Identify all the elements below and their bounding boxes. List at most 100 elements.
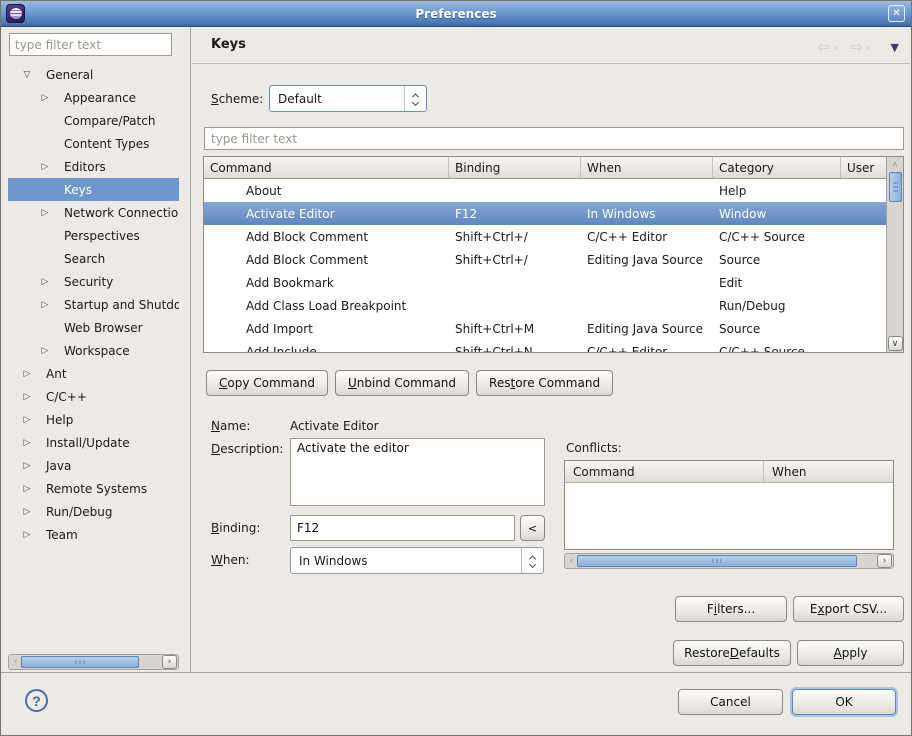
table-vertical-scrollbar[interactable]: ∧ ∨ xyxy=(886,157,903,352)
sidebar-item-search[interactable]: Search xyxy=(8,247,179,270)
expand-arrow-icon[interactable]: ▷ xyxy=(18,369,36,379)
command-actions: Copy Command Unbind Command Restore Comm… xyxy=(206,370,613,396)
restore-defaults-button[interactable]: Restore Defaults xyxy=(673,640,791,666)
sidebar-item-appearance[interactable]: ▷ Appearance xyxy=(8,86,179,109)
restore-command-button[interactable]: Restore Command xyxy=(476,370,613,396)
unbind-command-button[interactable]: Unbind Command xyxy=(335,370,469,396)
description-field[interactable]: Activate the editor xyxy=(290,438,545,506)
expand-arrow-icon[interactable]: ▷ xyxy=(18,507,36,517)
sidebar-item-security[interactable]: ▷ Security xyxy=(8,270,179,293)
sidebar-item-web-browser[interactable]: Web Browser xyxy=(8,316,179,339)
keys-filter-input[interactable] xyxy=(204,127,904,150)
scrollbar-thumb[interactable] xyxy=(21,656,139,668)
export-csv-button[interactable]: Export CSV... xyxy=(793,596,904,622)
preferences-dialog: Preferences ✕ ▽ General ▷ Appearance Com… xyxy=(0,0,912,736)
scroll-left-icon[interactable]: ‹ xyxy=(10,656,21,668)
expand-arrow-icon[interactable]: ▷ xyxy=(36,162,54,172)
apply-button[interactable]: Apply xyxy=(797,640,904,666)
back-menu-chevron-icon[interactable]: ∨ xyxy=(833,43,839,52)
expand-arrow-icon[interactable]: ▷ xyxy=(36,300,54,310)
expand-arrow-icon[interactable]: ▷ xyxy=(18,415,36,425)
copy-command-button[interactable]: Copy Command xyxy=(206,370,328,396)
cancel-button[interactable]: Cancel xyxy=(678,689,783,715)
binding-back-button[interactable]: < xyxy=(520,515,545,541)
close-icon[interactable]: ✕ xyxy=(888,5,905,22)
table-header: Command Binding When Category User xyxy=(204,157,886,179)
sidebar-item-ant[interactable]: ▷ Ant xyxy=(8,362,179,385)
filters-button[interactable]: Filters... xyxy=(675,596,787,622)
scrollbar-thumb[interactable] xyxy=(889,172,902,202)
sidebar-item-compare-patch[interactable]: Compare/Patch xyxy=(8,109,179,132)
table-row[interactable]: Add Class Load Breakpoint Run/Debug xyxy=(204,294,886,317)
page-title: Keys xyxy=(211,37,246,52)
column-header-binding[interactable]: Binding xyxy=(449,157,581,178)
table-row[interactable]: Add Include Shift+Ctrl+N C/C++ Editor C/… xyxy=(204,340,886,352)
sidebar-item-run-debug[interactable]: ▷ Run/Debug xyxy=(8,500,179,523)
forward-arrow-icon[interactable]: ⇨ xyxy=(850,39,863,55)
back-arrow-icon[interactable]: ⇦ xyxy=(818,39,831,55)
binding-label: Binding: xyxy=(211,521,260,535)
scroll-left-icon[interactable]: ‹ xyxy=(566,555,577,567)
column-header-when[interactable]: When xyxy=(764,461,893,482)
name-value: Activate Editor xyxy=(290,419,379,433)
expand-arrow-icon[interactable]: ▷ xyxy=(18,484,36,494)
sidebar-item-workspace[interactable]: ▷ Workspace xyxy=(8,339,179,362)
conflicts-table: Command When xyxy=(564,460,894,550)
table-row-selected[interactable]: Activate Editor F12 In Windows Window xyxy=(204,202,886,225)
forward-menu-chevron-icon[interactable]: ∨ xyxy=(866,43,872,52)
sidebar-item-general[interactable]: ▽ General xyxy=(8,63,179,86)
table-row[interactable]: About Help xyxy=(204,179,886,202)
description-label: Description: xyxy=(211,442,283,456)
scheme-value: Default xyxy=(270,92,404,106)
conflicts-horizontal-scrollbar[interactable]: ‹ › xyxy=(564,553,894,569)
expand-arrow-icon[interactable]: ▷ xyxy=(36,277,54,287)
expand-arrow-icon[interactable]: ▷ xyxy=(18,530,36,540)
sidebar-item-startup-and-shutdown[interactable]: ▷ Startup and Shutdo xyxy=(8,293,179,316)
expand-arrow-icon[interactable]: ▷ xyxy=(18,438,36,448)
sidebar-item-network-connections[interactable]: ▷ Network Connectio xyxy=(8,201,179,224)
column-header-category[interactable]: Category xyxy=(713,157,841,178)
combo-spinner-icon[interactable] xyxy=(404,86,426,111)
collapse-arrow-icon[interactable]: ▽ xyxy=(18,70,36,80)
sidebar-item-help[interactable]: ▷ Help xyxy=(8,408,179,431)
sidebar-item-java[interactable]: ▷ Java xyxy=(8,454,179,477)
scroll-up-icon[interactable]: ∧ xyxy=(892,158,899,172)
table-row[interactable]: Add Block Comment Shift+Ctrl+/ C/C++ Edi… xyxy=(204,225,886,248)
expand-arrow-icon[interactable]: ▷ xyxy=(36,208,54,218)
sidebar-item-install-update[interactable]: ▷ Install/Update xyxy=(8,431,179,454)
conflicts-label: Conflicts: xyxy=(566,441,622,455)
view-menu-icon[interactable]: ▼ xyxy=(891,41,899,54)
when-select[interactable]: In Windows xyxy=(290,547,544,574)
scroll-down-icon[interactable]: ∨ xyxy=(888,336,903,351)
sidebar-item-remote-systems[interactable]: ▷ Remote Systems xyxy=(8,477,179,500)
scroll-right-icon[interactable]: › xyxy=(162,655,177,669)
table-row[interactable]: Add Block Comment Shift+Ctrl+/ Editing J… xyxy=(204,248,886,271)
column-header-command[interactable]: Command xyxy=(565,461,764,482)
expand-arrow-icon[interactable]: ▷ xyxy=(36,346,54,356)
scheme-label: Scheme: xyxy=(211,92,263,106)
table-row[interactable]: Add Bookmark Edit xyxy=(204,271,886,294)
sidebar-item-c-cpp[interactable]: ▷ C/C++ xyxy=(8,385,179,408)
sidebar-horizontal-scrollbar[interactable]: ‹ › xyxy=(8,654,179,670)
expand-arrow-icon[interactable]: ▷ xyxy=(36,93,54,103)
expand-arrow-icon[interactable]: ▷ xyxy=(18,392,36,402)
column-header-command[interactable]: Command xyxy=(204,157,449,178)
scheme-select[interactable]: Default xyxy=(269,85,427,112)
scrollbar-thumb[interactable] xyxy=(577,555,857,567)
binding-field[interactable] xyxy=(290,515,515,541)
help-icon[interactable]: ? xyxy=(25,689,48,712)
title-bar[interactable]: Preferences ✕ xyxy=(1,1,911,27)
sidebar-item-editors[interactable]: ▷ Editors xyxy=(8,155,179,178)
combo-spinner-icon[interactable] xyxy=(521,548,543,573)
ok-button[interactable]: OK xyxy=(792,689,896,715)
sidebar-filter-input[interactable] xyxy=(9,33,172,56)
table-row[interactable]: Add Import Shift+Ctrl+M Editing Java Sou… xyxy=(204,317,886,340)
column-header-when[interactable]: When xyxy=(581,157,713,178)
expand-arrow-icon[interactable]: ▷ xyxy=(18,461,36,471)
sidebar-item-team[interactable]: ▷ Team xyxy=(8,523,179,546)
scroll-right-icon[interactable]: › xyxy=(877,554,892,568)
sidebar-item-content-types[interactable]: Content Types xyxy=(8,132,179,155)
sidebar-item-perspectives[interactable]: Perspectives xyxy=(8,224,179,247)
column-header-user[interactable]: User xyxy=(841,157,886,178)
sidebar-item-keys[interactable]: Keys xyxy=(8,178,179,201)
